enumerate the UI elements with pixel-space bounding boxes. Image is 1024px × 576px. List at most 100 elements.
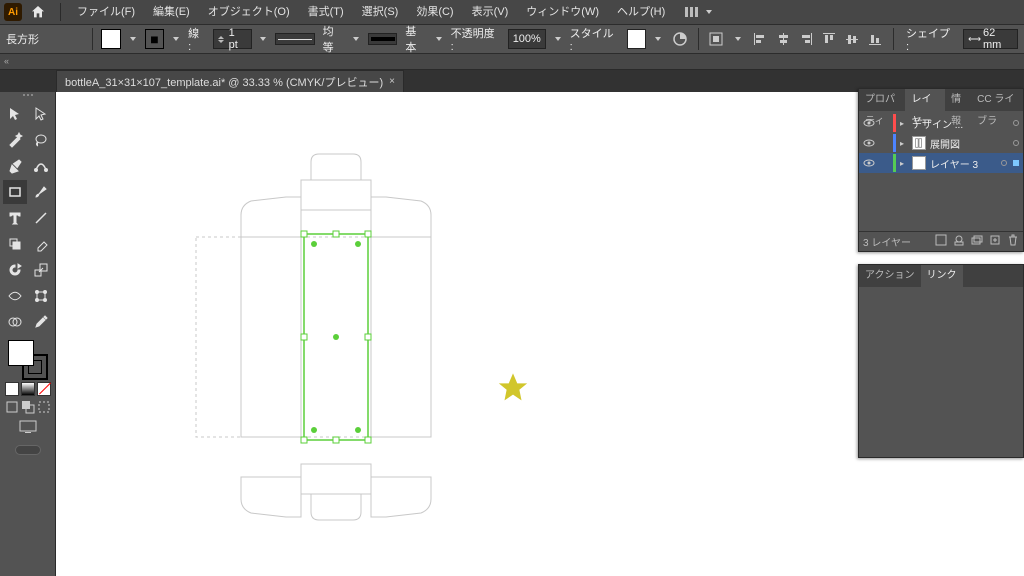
menu-type[interactable]: 書式(T) [300, 0, 352, 24]
draw-behind-icon[interactable] [21, 400, 35, 414]
lasso-tool[interactable] [29, 128, 53, 152]
align-top-icon[interactable] [819, 29, 839, 49]
align-left-icon[interactable] [750, 29, 770, 49]
home-icon[interactable] [30, 4, 46, 20]
dash-dropdown[interactable] [352, 29, 360, 49]
align-right-icon[interactable] [796, 29, 816, 49]
layer-row-dieline[interactable]: ▸ 展開図 [859, 133, 1023, 153]
align-to-icon[interactable] [707, 29, 727, 49]
locate-object-icon[interactable] [935, 234, 947, 249]
none-mode-icon[interactable] [37, 382, 51, 396]
graphic-style-swatch[interactable] [627, 29, 647, 49]
align-vcenter-icon[interactable] [842, 29, 862, 49]
tab-links[interactable]: リンク [921, 265, 963, 287]
expand-layer-icon[interactable]: ▸ [900, 139, 908, 148]
free-transform-tool[interactable] [29, 284, 53, 308]
direct-selection-tool[interactable] [29, 102, 53, 126]
collapse-arrows-icon: « [4, 56, 9, 66]
visibility-toggle-icon[interactable] [863, 137, 875, 149]
stroke-weight-dropdown[interactable] [260, 29, 268, 49]
layer-target-icon[interactable] [1013, 140, 1019, 146]
curvature-tool[interactable] [29, 154, 53, 178]
eyedropper-tool[interactable] [29, 310, 53, 334]
layer-name-label[interactable]: デザイン ... [912, 116, 1009, 131]
layer-color-indicator [893, 114, 896, 132]
menu-object[interactable]: オブジェクト(O) [200, 0, 298, 24]
menu-help[interactable]: ヘルプ(H) [609, 0, 673, 24]
visibility-toggle-icon[interactable] [863, 117, 875, 129]
edit-toolbar-button[interactable] [15, 445, 41, 455]
new-layer-icon[interactable] [989, 234, 1001, 249]
tab-info[interactable]: 情報 [945, 89, 971, 111]
layer-target-icon[interactable] [1013, 120, 1019, 126]
stroke-weight-input[interactable]: 1 pt [213, 29, 252, 49]
layer-name-label[interactable]: 展開図 [930, 136, 1009, 151]
variable-width-profile[interactable] [275, 33, 314, 45]
rotate-tool[interactable] [3, 258, 27, 282]
document-tab[interactable]: bottleA_31×31×107_template.ai* @ 33.33 %… [56, 70, 404, 92]
stroke-swatch[interactable] [145, 29, 165, 49]
workspace-switcher-icon[interactable] [679, 4, 703, 20]
tab-actions[interactable]: アクション [859, 265, 921, 287]
magic-wand-tool[interactable] [3, 128, 27, 152]
active-tool-label: 長方形 [6, 31, 84, 47]
eraser-tool[interactable] [29, 232, 53, 256]
menu-file[interactable]: ファイル(F) [69, 0, 143, 24]
opacity-dropdown[interactable] [554, 29, 562, 49]
gradient-mode-icon[interactable] [21, 382, 35, 396]
menu-effect[interactable]: 効果(C) [408, 0, 461, 24]
screen-mode-icon[interactable] [19, 420, 37, 437]
rectangle-tool[interactable] [3, 180, 27, 204]
type-tool[interactable] [3, 206, 27, 230]
width-tool[interactable] [3, 284, 27, 308]
close-tab-icon[interactable]: × [389, 76, 395, 87]
menu-edit[interactable]: 編集(E) [145, 0, 198, 24]
paintbrush-tool[interactable] [29, 180, 53, 204]
layer-row-layer3[interactable]: ▸ レイヤー 3 [859, 153, 1023, 173]
fill-dropdown[interactable] [129, 29, 137, 49]
pen-tool[interactable] [3, 154, 27, 178]
align-bottom-icon[interactable] [865, 29, 885, 49]
layer-target-icon[interactable] [1001, 160, 1007, 166]
recolor-artwork-icon[interactable] [670, 29, 690, 49]
tab-cc-libraries[interactable]: CC ライブラ [971, 89, 1023, 111]
shape-width-input[interactable]: ⟷ 62 mm [963, 29, 1018, 49]
stroke-weight-stepper[interactable] [218, 36, 226, 43]
delete-layer-icon[interactable] [1007, 234, 1019, 249]
layers-panel: プロパティ レイヤー 情報 CC ライブラ ▸ デザイン ... ▸ 展 [858, 88, 1024, 252]
expand-layer-icon[interactable]: ▸ [900, 159, 908, 168]
shaper-tool[interactable] [3, 232, 27, 256]
menu-view[interactable]: 表示(V) [464, 0, 517, 24]
essentials-collapse-bar[interactable]: « [0, 54, 1024, 70]
opacity-input[interactable]: 100% [508, 29, 546, 49]
new-sublayer-icon[interactable] [971, 234, 983, 249]
draw-inside-icon[interactable] [37, 400, 51, 414]
brush-label: 基本 [405, 23, 427, 55]
draw-mode-row [5, 400, 51, 414]
scale-tool[interactable] [29, 258, 53, 282]
toolbox-grip-icon[interactable] [19, 94, 37, 100]
visibility-toggle-icon[interactable] [863, 157, 875, 169]
menu-select[interactable]: 選択(S) [354, 0, 407, 24]
menu-window[interactable]: ウィンドウ(W) [518, 0, 607, 24]
align-hcenter-icon[interactable] [773, 29, 793, 49]
draw-normal-icon[interactable] [5, 400, 19, 414]
fill-swatch[interactable] [101, 29, 121, 49]
style-dropdown[interactable] [654, 29, 662, 49]
line-segment-tool[interactable] [29, 206, 53, 230]
make-clipping-mask-icon[interactable] [953, 234, 965, 249]
expand-layer-icon[interactable]: ▸ [900, 119, 908, 128]
shape-builder-tool[interactable] [3, 310, 27, 334]
selection-tool[interactable] [3, 102, 27, 126]
fill-indicator[interactable] [8, 340, 34, 366]
align-to-dropdown[interactable] [734, 29, 742, 49]
brush-dropdown[interactable] [435, 29, 443, 49]
fill-stroke-indicator[interactable] [8, 340, 48, 380]
color-mode-icon[interactable] [5, 382, 19, 396]
workspace-switcher-dropdown[interactable] [705, 2, 713, 22]
tab-layers[interactable]: レイヤー [905, 89, 945, 111]
layer-name-label[interactable]: レイヤー 3 [930, 156, 997, 171]
stroke-dropdown[interactable] [172, 29, 180, 49]
brush-definition[interactable] [368, 33, 397, 45]
tab-properties[interactable]: プロパティ [859, 89, 905, 111]
